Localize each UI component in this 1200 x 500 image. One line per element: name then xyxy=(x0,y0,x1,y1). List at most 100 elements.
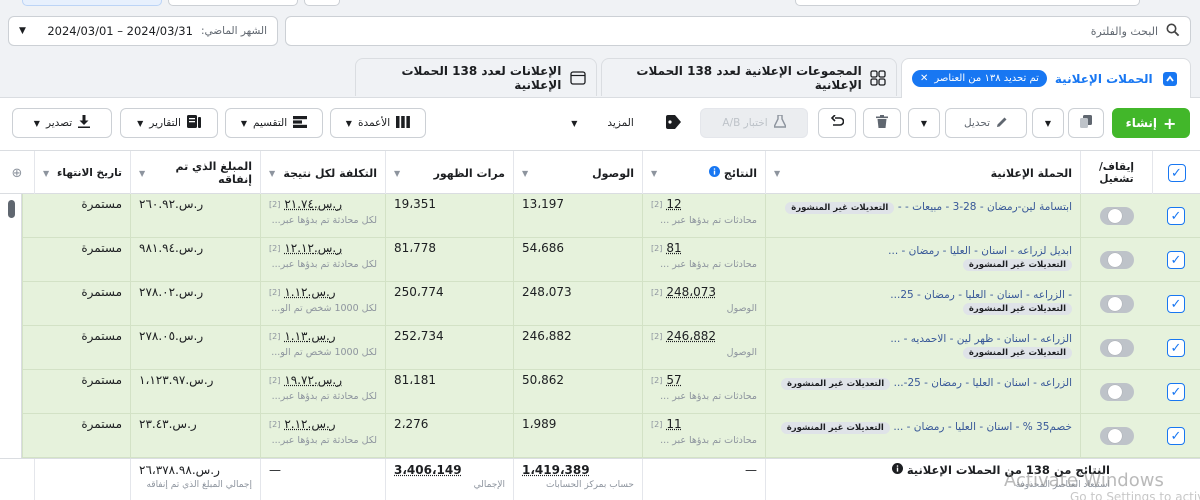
row-checkbox[interactable]: ✓ xyxy=(1167,295,1185,313)
col-cost-per-result[interactable]: التكلفة لكل نتيجة ▼ xyxy=(260,151,385,195)
col-results[interactable]: النتائج ▼ xyxy=(642,151,765,195)
more-dropdown[interactable]: المزيد ▼ xyxy=(555,108,650,138)
results-value[interactable]: 248،073 xyxy=(666,285,716,299)
ab-test-button[interactable]: اختبار A/B xyxy=(700,108,808,138)
tab-campaigns[interactable]: الحملات الإعلانية تم تحديد ١٣٨ من العناص… xyxy=(901,58,1191,98)
row-checkbox[interactable]: ✓ xyxy=(1167,251,1185,269)
row-toggle-cell[interactable] xyxy=(1080,370,1152,414)
row-select-cell[interactable]: ✓ xyxy=(1152,238,1200,282)
delete-button[interactable] xyxy=(863,108,901,138)
cost-per-result-value[interactable]: ر.س.١٢.١٢ xyxy=(284,241,342,255)
cost-per-result-value[interactable]: ر.س.٢١.٧٤ xyxy=(284,197,342,211)
scrollbar-thumb[interactable] xyxy=(8,200,15,218)
info-icon[interactable] xyxy=(708,166,720,180)
edit-dropdown[interactable]: ▼ xyxy=(908,108,940,138)
cost-per-result-value[interactable]: ر.س.١.١٣ xyxy=(284,329,335,343)
table-row[interactable]: ✓ الزراعه - اسنان - ظهر لين - الاحمديه -… xyxy=(0,326,1200,370)
campaign-name-cell[interactable]: الزراعه - اسنان - العليا - رمضان - 25-..… xyxy=(765,370,1080,414)
campaign-toggle[interactable] xyxy=(1099,251,1134,269)
results-value[interactable]: 81 xyxy=(666,241,681,255)
row-select-cell[interactable]: ✓ xyxy=(1152,194,1200,238)
select-all-cell[interactable]: ✓ xyxy=(1152,151,1200,195)
close-icon[interactable]: ✕ xyxy=(920,73,928,84)
col-toggle[interactable]: إيقاف/ تشغيل xyxy=(1080,151,1152,195)
undo-button[interactable] xyxy=(818,108,856,138)
tab-adsets[interactable]: المجموعات الإعلانية لعدد 138 الحملات الإ… xyxy=(601,58,897,96)
row-toggle-cell[interactable] xyxy=(1080,238,1152,282)
campaign-toggle[interactable] xyxy=(1099,383,1134,401)
top-tab-partial[interactable] xyxy=(304,0,340,6)
table-row[interactable]: ✓ ابديل لزراعه - اسنان - العليا - رمضان … xyxy=(0,238,1200,282)
row-toggle-cell[interactable] xyxy=(1080,282,1152,326)
col-amount-spent[interactable]: المبلغ الذي تم إنفاقه ▼ xyxy=(130,151,260,195)
campaign-name-link[interactable]: ابديل لزراعه - اسنان - العليا - رمضان - … xyxy=(888,245,1072,257)
col-reach[interactable]: الوصول ▼ xyxy=(513,151,642,195)
vertical-scrollbar[interactable] xyxy=(0,194,22,458)
row-select-cell[interactable]: ✓ xyxy=(1152,414,1200,458)
row-select-cell[interactable]: ✓ xyxy=(1152,282,1200,326)
cost-per-result-value[interactable]: ر.س.١.١٢ xyxy=(284,285,335,299)
campaign-name-link[interactable]: - الزراعه - اسنان - العليا - رمضان - 25.… xyxy=(890,289,1072,301)
campaign-name-link[interactable]: خصم35 % - اسنان - العليا - رمضان - ... xyxy=(893,421,1072,433)
table-row[interactable]: ✓ الزراعه - اسنان - العليا - رمضان - 25-… xyxy=(0,370,1200,414)
reports-dropdown[interactable]: التقارير ▼ xyxy=(120,108,218,138)
sort-icon[interactable]: ▼ xyxy=(522,169,528,178)
tag-button[interactable] xyxy=(655,108,693,138)
results-value[interactable]: 57 xyxy=(666,373,681,387)
campaign-toggle[interactable] xyxy=(1099,427,1134,445)
table-row[interactable]: ✓ خصم35 % - اسنان - العليا - رمضان - ...… xyxy=(0,414,1200,458)
campaign-name-cell[interactable]: ابتسامة لين-رمضان - 28-3 - مبيعات - - ال… xyxy=(765,194,1080,238)
row-checkbox[interactable]: ✓ xyxy=(1167,207,1185,225)
table-row[interactable]: ✓ - الزراعه - اسنان - العليا - رمضان - 2… xyxy=(0,282,1200,326)
search-bar[interactable] xyxy=(285,16,1191,46)
campaign-name-link[interactable]: ابتسامة لين-رمضان - 28-3 - مبيعات - - xyxy=(898,201,1072,213)
sort-icon[interactable]: ▼ xyxy=(139,169,145,178)
campaign-name-cell[interactable]: - الزراعه - اسنان - العليا - رمضان - 25.… xyxy=(765,282,1080,326)
table-row[interactable]: ✓ ابتسامة لين-رمضان - 28-3 - مبيعات - - … xyxy=(0,194,1200,238)
edit-button[interactable]: تحديل xyxy=(945,108,1027,138)
campaign-name-link[interactable]: الزراعه - اسنان - ظهر لين - الاحمديه - .… xyxy=(890,333,1072,345)
row-select-cell[interactable]: ✓ xyxy=(1152,370,1200,414)
breakdown-dropdown[interactable]: التقسيم ▼ xyxy=(225,108,323,138)
row-checkbox[interactable]: ✓ xyxy=(1167,383,1185,401)
col-impressions[interactable]: مرات الظهور ▼ xyxy=(385,151,513,195)
col-end-date[interactable]: تاريخ الانتهاء ▼ xyxy=(34,151,130,195)
selection-chip[interactable]: تم تحديد ١٣٨ من العناصر ✕ xyxy=(912,70,1047,87)
tab-ads[interactable]: الإعلانات لعدد 138 الحملات الإعلانية xyxy=(355,58,597,96)
campaign-toggle[interactable] xyxy=(1099,207,1134,225)
export-dropdown[interactable]: تصدير ▼ xyxy=(12,108,112,138)
sort-icon[interactable]: ▼ xyxy=(43,169,49,178)
col-campaign[interactable]: الحملة الإعلانية ▼ xyxy=(765,151,1080,195)
create-button[interactable]: + إنشاء xyxy=(1112,108,1190,138)
cost-per-result-value[interactable]: ر.س.٢.١٢ xyxy=(284,417,335,431)
sort-icon[interactable]: ▼ xyxy=(394,169,400,178)
campaign-toggle[interactable] xyxy=(1099,295,1134,313)
row-toggle-cell[interactable] xyxy=(1080,326,1152,370)
campaign-toggle[interactable] xyxy=(1099,339,1134,357)
results-value[interactable]: 12 xyxy=(666,197,681,211)
columns-dropdown[interactable]: الأعمدة ▼ xyxy=(330,108,426,138)
sort-icon[interactable]: ▼ xyxy=(269,169,275,178)
cost-per-result-value[interactable]: ر.س.١٩.٧٢ xyxy=(284,373,342,387)
duplicate-button[interactable] xyxy=(1068,108,1104,138)
top-tab-partial[interactable] xyxy=(22,0,162,6)
row-toggle-cell[interactable] xyxy=(1080,414,1152,458)
sort-icon[interactable]: ▼ xyxy=(651,169,657,178)
search-input[interactable] xyxy=(296,24,1158,38)
campaign-name-cell[interactable]: ابديل لزراعه - اسنان - العليا - رمضان - … xyxy=(765,238,1080,282)
row-select-cell[interactable]: ✓ xyxy=(1152,326,1200,370)
campaign-name-cell[interactable]: الزراعه - اسنان - ظهر لين - الاحمديه - .… xyxy=(765,326,1080,370)
campaign-name-cell[interactable]: خصم35 % - اسنان - العليا - رمضان - ... ا… xyxy=(765,414,1080,458)
duplicate-dropdown[interactable]: ▼ xyxy=(1032,108,1064,138)
info-icon[interactable] xyxy=(891,463,903,477)
results-value[interactable]: 11 xyxy=(666,417,681,431)
add-column-button[interactable]: ⊕ xyxy=(0,151,34,195)
top-tab-partial[interactable] xyxy=(168,0,298,6)
sort-icon[interactable]: ▼ xyxy=(774,169,780,178)
results-value[interactable]: 246،882 xyxy=(666,329,716,343)
row-checkbox[interactable]: ✓ xyxy=(1167,339,1185,357)
date-range-picker[interactable]: الشهر الماضي: 2024/03/01 – 2024/03/31 ▼ xyxy=(8,16,278,46)
select-all-checkbox[interactable]: ✓ xyxy=(1167,164,1186,182)
campaign-name-link[interactable]: الزراعه - اسنان - العليا - رمضان - 25-..… xyxy=(894,377,1072,389)
row-toggle-cell[interactable] xyxy=(1080,194,1152,238)
